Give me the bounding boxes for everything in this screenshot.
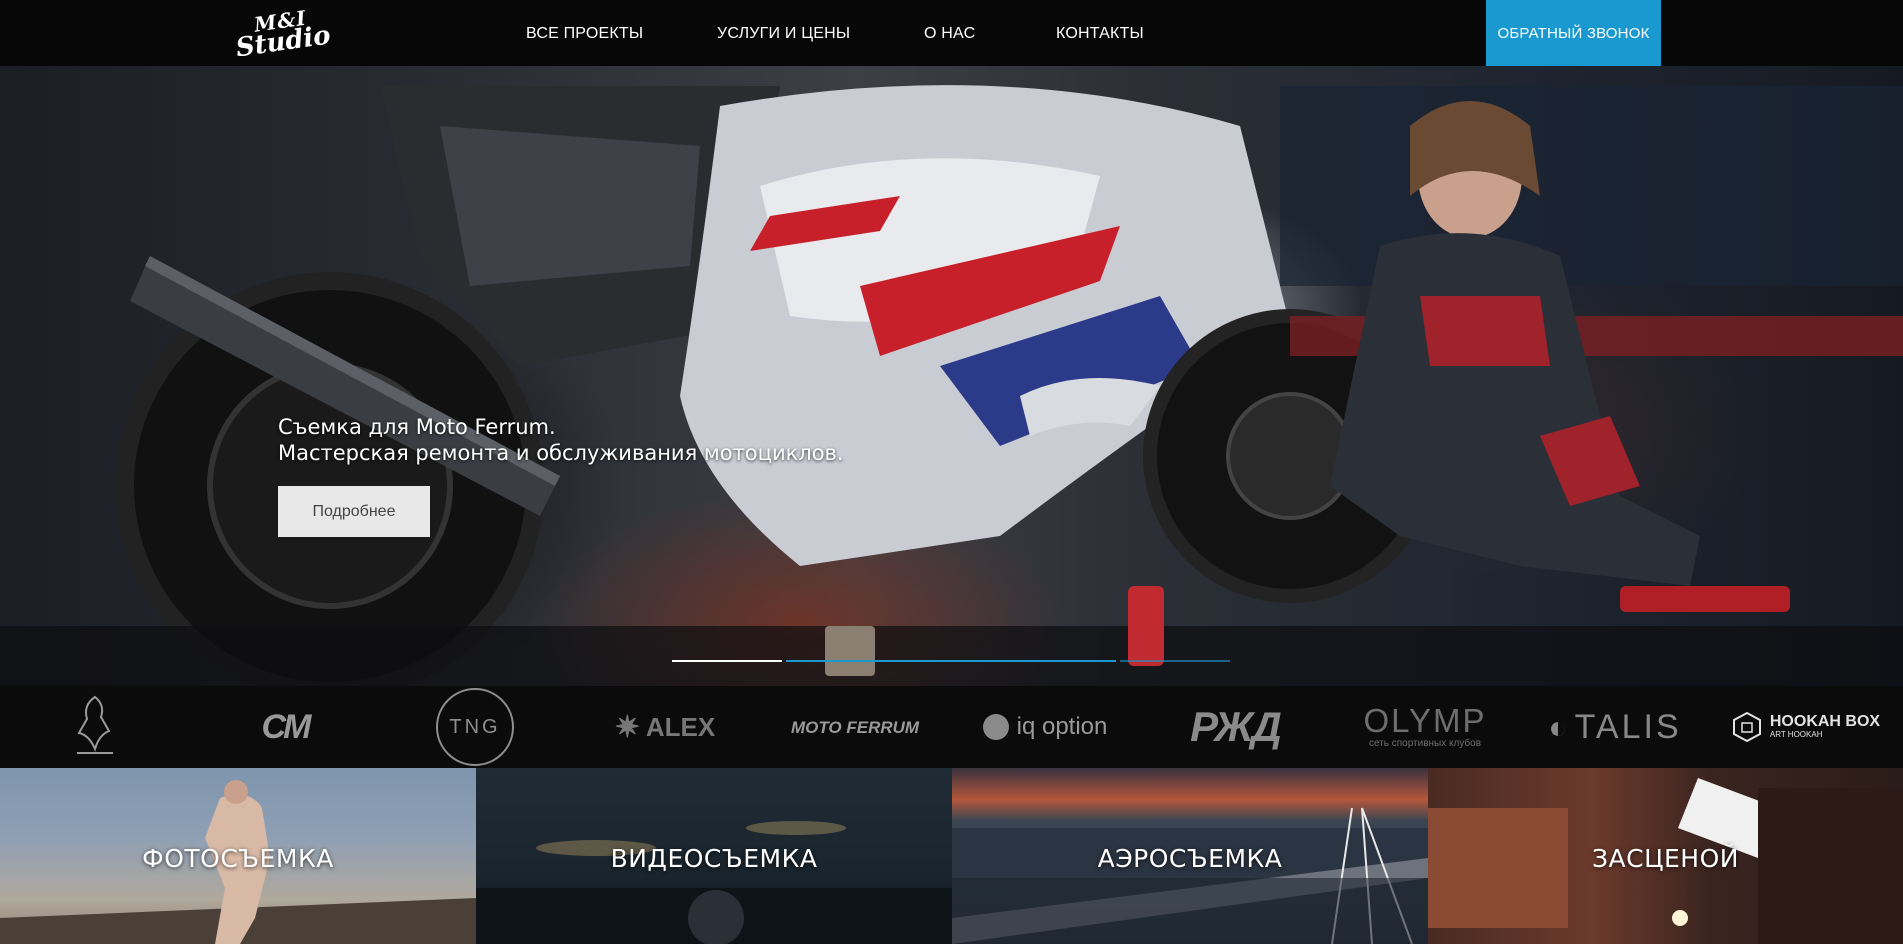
category-behind-scenes[interactable]: ЗАСЦЕНОЙ	[1428, 768, 1903, 944]
hookah-box-logo: HOOKAH BOX ART HOOKAH	[1726, 686, 1886, 768]
cm-logo: CM	[261, 707, 312, 746]
talis-swirl-icon: ◐	[1548, 708, 1571, 745]
iq-option-logo: iq option	[970, 686, 1120, 768]
hero-title-line2: Мастерская ремонта и обслуживания мотоци…	[278, 441, 844, 465]
talis-logo: ◐ TALIS	[1530, 686, 1700, 768]
hero-title-line1: Съемка для Moto Ferrum.	[278, 415, 556, 439]
category-photo[interactable]: ФОТОСЪЕМКА	[0, 768, 476, 944]
nav-about[interactable]: О НАС	[924, 25, 975, 43]
hero-title: Съемка для Moto Ferrum. Мастерская ремон…	[278, 414, 844, 466]
tng-ring: TNG	[436, 688, 514, 766]
equestrian-club-logo	[55, 686, 135, 768]
callback-button[interactable]: ОБРАТНЫЙ ЗВОНОК	[1486, 0, 1661, 66]
olymp-text: OLYMP	[1363, 702, 1487, 739]
tng-logo: TNG	[434, 686, 516, 768]
moto-ferrum-logo: MOTO FERRUM	[790, 717, 920, 737]
hero-image	[0, 85, 1903, 686]
rzd-logo: РЖД	[1190, 703, 1282, 750]
more-details-button[interactable]: Подробнее	[278, 486, 430, 537]
hero-slider[interactable]: Съемка для Moto Ferrum. Мастерская ремон…	[0, 66, 1903, 686]
category-photo-label: ФОТОСЪЕМКА	[142, 844, 334, 873]
category-video[interactable]: ВИДЕОСЪЕМКА	[476, 768, 952, 944]
talis-text: TALIS	[1574, 707, 1682, 746]
nav-all-projects[interactable]: ВСЕ ПРОЕКТЫ	[526, 25, 643, 43]
alex-text: ALEX	[645, 711, 716, 742]
category-aerial-label: АЭРОСЪЕМКА	[1097, 844, 1283, 873]
hookah-box-icon	[1732, 711, 1761, 743]
category-behind-scenes-label: ЗАСЦЕНОЙ	[1592, 844, 1739, 873]
alex-star-icon: ✷	[614, 710, 640, 744]
nav-contacts[interactable]: КОНТАКТЫ	[1056, 25, 1144, 43]
iq-option-icon	[982, 714, 1009, 740]
alex-fitness-logo: ✷ ALEX	[600, 686, 730, 768]
slide-indicator-3[interactable]	[1120, 660, 1230, 662]
olymp-logo: OLYMP сеть спортивных клубов	[1355, 686, 1495, 768]
category-video-label: ВИДЕОСЪЕМКА	[610, 844, 818, 873]
nav-services-prices[interactable]: УСЛУГИ И ЦЕНЫ	[717, 25, 850, 43]
olymp-subtext: сеть спортивных клубов	[1368, 738, 1482, 749]
iq-option-text: iq option	[1016, 713, 1108, 740]
hookah-box-subtext: ART HOOKAH	[1769, 730, 1823, 739]
category-aerial[interactable]: АЭРОСЪЕМКА	[952, 768, 1428, 944]
slide-indicator-1[interactable]	[672, 660, 782, 662]
slide-indicator-2[interactable]	[786, 660, 1116, 662]
hookah-box-text: HOOKAH BOX	[1769, 713, 1881, 730]
slider-progress[interactable]	[672, 660, 1230, 662]
client-logos-strip: CM TNG ✷ ALEX MOTO FERRUM iq option РЖД …	[0, 686, 1903, 768]
site-header: M&I Studio ВСЕ ПРОЕКТЫ УСЛУГИ И ЦЕНЫ О Н…	[0, 0, 1903, 66]
